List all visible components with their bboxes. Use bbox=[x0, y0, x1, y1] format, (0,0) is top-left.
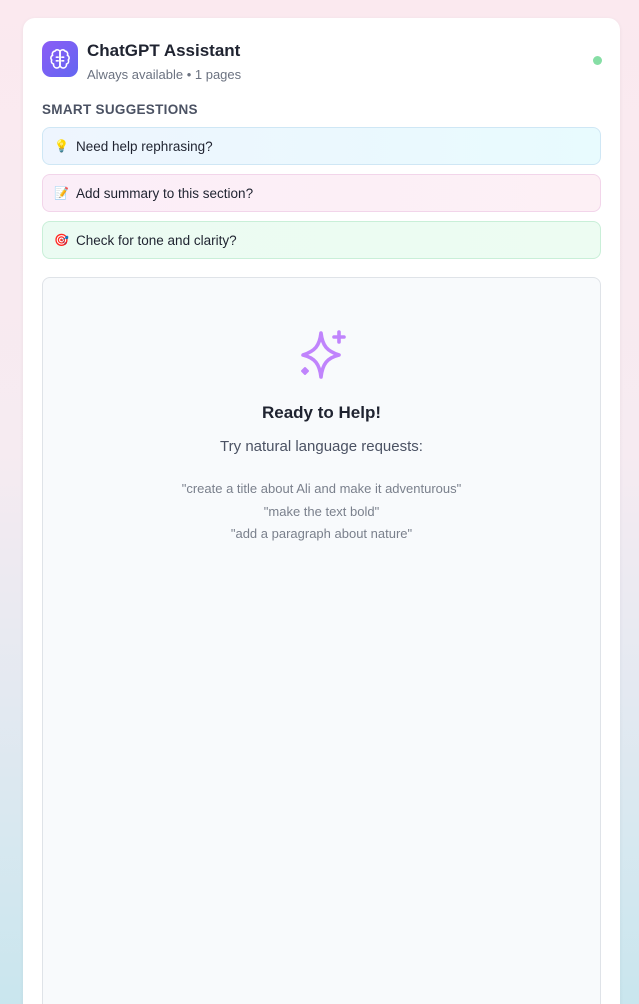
assistant-title: ChatGPT Assistant bbox=[87, 41, 241, 60]
suggestion-add-summary[interactable]: 📝 Add summary to this section? bbox=[42, 174, 601, 212]
chat-message-area[interactable]: Ready to Help! Try natural language requ… bbox=[42, 277, 601, 1004]
suggestion-label: Need help rephrasing? bbox=[76, 138, 213, 154]
brain-icon bbox=[42, 41, 78, 77]
empty-state-subtitle: Try natural language requests: bbox=[220, 438, 423, 455]
suggestion-tone-clarity[interactable]: 🎯 Check for tone and clarity? bbox=[42, 221, 601, 259]
suggestion-label: Check for tone and clarity? bbox=[76, 232, 237, 248]
suggestion-rephrase[interactable]: 💡 Need help rephrasing? bbox=[42, 127, 601, 165]
empty-state-title: Ready to Help! bbox=[261, 403, 382, 422]
lightbulb-icon: 💡 bbox=[54, 139, 69, 153]
sparkle-icon bbox=[301, 330, 346, 379]
example-prompt: "create a title about Ali and make it ad… bbox=[181, 481, 462, 496]
assistant-header: ChatGPT Assistant Always available • 1 p… bbox=[42, 41, 602, 82]
online-status-dot bbox=[593, 56, 602, 65]
example-prompts: "create a title about Ali and make it ad… bbox=[43, 478, 600, 546]
assistant-panel: ChatGPT Assistant Always available • 1 p… bbox=[23, 18, 620, 1004]
target-icon: 🎯 bbox=[54, 233, 69, 247]
memo-icon: 📝 bbox=[54, 186, 69, 200]
suggestion-label: Add summary to this section? bbox=[76, 185, 254, 201]
example-prompt: "make the text bold" bbox=[263, 503, 380, 519]
smart-suggestions-heading: SMART SUGGESTIONS bbox=[42, 102, 198, 117]
assistant-subtitle: Always available • 1 pages bbox=[87, 67, 242, 82]
example-prompt: "add a paragraph about nature" bbox=[230, 526, 413, 541]
